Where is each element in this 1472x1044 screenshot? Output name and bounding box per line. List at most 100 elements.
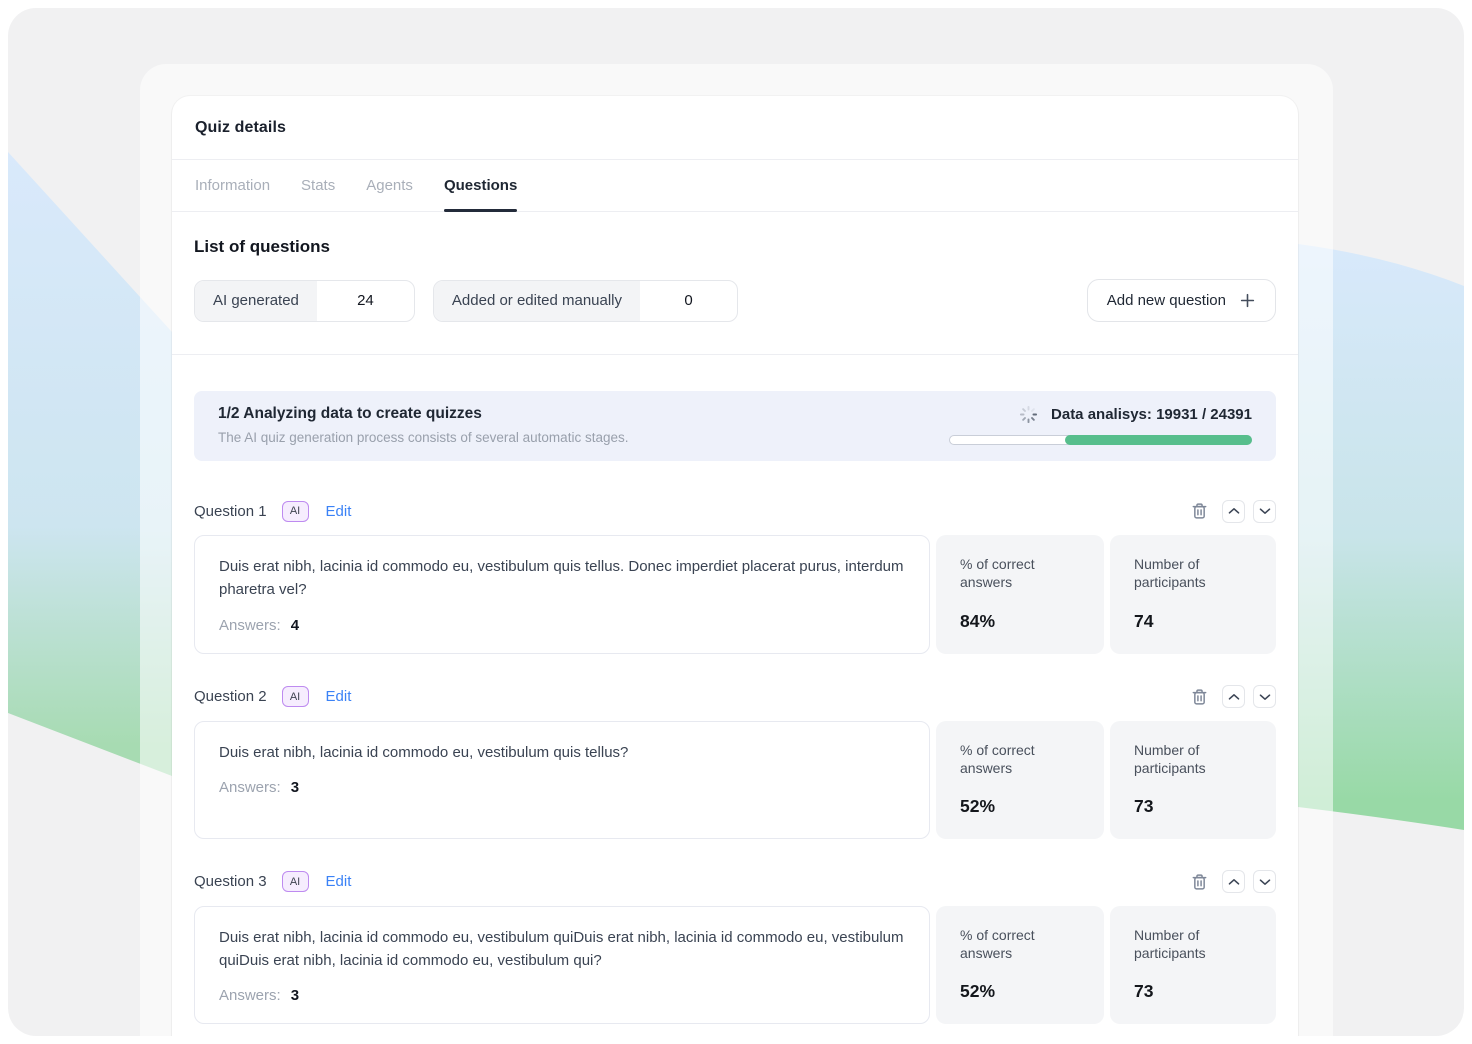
filter-added-manually-count: 0	[640, 281, 737, 321]
tab-questions[interactable]: Questions	[444, 160, 517, 211]
analysis-status-text: Data analisys: 19931 / 24391	[1051, 406, 1252, 423]
question-3-body: Duis erat nibh, lacinia id commodo eu, v…	[194, 906, 1276, 1025]
participants-stat-value: 74	[1134, 611, 1252, 632]
question-3-answers: Answers: 3	[219, 987, 905, 1004]
question-1-delete-button[interactable]	[1191, 502, 1208, 520]
correct-stat-value: 52%	[960, 796, 1080, 817]
question-3-delete-button[interactable]	[1191, 873, 1208, 891]
progress-fill	[1065, 435, 1252, 445]
question-2-header: Question 2 AI Edit	[194, 685, 1276, 709]
correct-stat-value: 52%	[960, 981, 1080, 1002]
question-2-edit-link[interactable]: Edit	[326, 688, 352, 705]
tab-agents[interactable]: Agents	[366, 160, 413, 211]
participants-stat-value: 73	[1134, 981, 1252, 1002]
question-item-1: Question 1 AI Edit	[194, 499, 1276, 654]
question-item-3: Question 3 AI Edit	[194, 870, 1276, 1025]
question-3-move-up-button[interactable]	[1222, 870, 1245, 893]
plus-icon	[1239, 292, 1256, 309]
quiz-details-card: Quiz details Information Stats Agents Qu…	[172, 96, 1298, 1036]
question-2-participants-stat: Number of participants 73	[1110, 721, 1276, 839]
chevron-up-icon	[1228, 878, 1240, 886]
add-new-question-label: Add new question	[1107, 292, 1226, 309]
question-1-move-up-button[interactable]	[1222, 500, 1245, 523]
chevron-down-icon	[1259, 693, 1271, 701]
question-2-label: Question 2	[194, 688, 267, 705]
filter-ai-generated-label: AI generated	[195, 281, 317, 321]
tab-agents-label: Agents	[366, 177, 413, 194]
banner-left: 1/2 Analyzing data to create quizzes The…	[218, 405, 628, 445]
question-2-correct-stat: % of correct answers 52%	[936, 721, 1104, 839]
card-header: Quiz details	[172, 96, 1298, 160]
chevron-down-icon	[1259, 878, 1271, 886]
questions-section: 1/2 Analyzing data to create quizzes The…	[172, 355, 1298, 1024]
question-3-text: Duis erat nibh, lacinia id commodo eu, v…	[219, 926, 905, 973]
trash-icon	[1191, 502, 1208, 520]
correct-stat-label: % of correct answers	[960, 741, 1070, 778]
correct-stat-label: % of correct answers	[960, 926, 1070, 963]
chevron-down-icon	[1259, 507, 1271, 515]
banner-right: Data analisys: 19931 / 24391	[949, 405, 1252, 445]
question-2-body: Duis erat nibh, lacinia id commodo eu, v…	[194, 721, 1276, 839]
question-1-card: Duis erat nibh, lacinia id commodo eu, v…	[194, 535, 930, 654]
banner-stage-title: 1/2 Analyzing data to create quizzes	[218, 405, 628, 423]
tab-information-label: Information	[195, 177, 270, 194]
answers-label: Answers:	[219, 779, 281, 796]
ai-badge: AI	[282, 501, 309, 522]
trash-icon	[1191, 873, 1208, 891]
trash-icon	[1191, 688, 1208, 706]
question-1-participants-stat: Number of participants 74	[1110, 535, 1276, 654]
answers-count: 4	[291, 617, 299, 634]
participants-stat-label: Number of participants	[1134, 926, 1244, 963]
correct-stat-value: 84%	[960, 611, 1080, 632]
analysis-status-row: Data analisys: 19931 / 24391	[1019, 405, 1252, 424]
ai-badge: AI	[282, 871, 309, 892]
question-1-actions	[1191, 500, 1276, 523]
question-3-label: Question 3	[194, 873, 267, 890]
question-2-move-down-button[interactable]	[1253, 685, 1276, 708]
tab-questions-label: Questions	[444, 177, 517, 194]
question-2-move-up-button[interactable]	[1222, 685, 1245, 708]
question-1-edit-link[interactable]: Edit	[326, 503, 352, 520]
answers-label: Answers:	[219, 987, 281, 1004]
app-background: Quiz details Information Stats Agents Qu…	[8, 8, 1464, 1036]
filter-added-manually-label: Added or edited manually	[434, 281, 640, 321]
add-new-question-button[interactable]: Add new question	[1087, 279, 1276, 322]
filter-added-manually[interactable]: Added or edited manually 0	[433, 280, 738, 322]
question-2-actions	[1191, 685, 1276, 708]
question-3-move-down-button[interactable]	[1253, 870, 1276, 893]
question-2-delete-button[interactable]	[1191, 688, 1208, 706]
question-3-header: Question 3 AI Edit	[194, 870, 1276, 894]
tab-stats[interactable]: Stats	[301, 160, 335, 211]
question-1-label: Question 1	[194, 503, 267, 520]
participants-stat-label: Number of participants	[1134, 741, 1244, 778]
question-2-card: Duis erat nibh, lacinia id commodo eu, v…	[194, 721, 930, 839]
tab-stats-label: Stats	[301, 177, 335, 194]
question-3-actions	[1191, 870, 1276, 893]
chevron-up-icon	[1228, 507, 1240, 515]
question-3-edit-link[interactable]: Edit	[326, 873, 352, 890]
answers-count: 3	[291, 987, 299, 1004]
ai-badge: AI	[282, 686, 309, 707]
question-list: Question 1 AI Edit	[194, 499, 1276, 1024]
section-title: List of questions	[194, 237, 1276, 257]
question-1-text: Duis erat nibh, lacinia id commodo eu, v…	[219, 555, 905, 602]
banner-stage-description: The AI quiz generation process consists …	[218, 430, 628, 445]
filter-ai-generated[interactable]: AI generated 24	[194, 280, 415, 322]
answers-label: Answers:	[219, 617, 281, 634]
list-header-section: List of questions AI generated 24 Added …	[172, 212, 1298, 355]
chevron-up-icon	[1228, 693, 1240, 701]
controls-row: AI generated 24 Added or edited manually…	[194, 279, 1276, 322]
spinner-icon	[1019, 405, 1038, 424]
filter-ai-generated-count: 24	[317, 281, 414, 321]
question-1-body: Duis erat nibh, lacinia id commodo eu, v…	[194, 535, 1276, 654]
question-1-correct-stat: % of correct answers 84%	[936, 535, 1104, 654]
tab-information[interactable]: Information	[195, 160, 270, 211]
answers-count: 3	[291, 779, 299, 796]
question-2-answers: Answers: 3	[219, 779, 905, 796]
question-1-header: Question 1 AI Edit	[194, 499, 1276, 523]
analysis-progress-bar	[949, 435, 1252, 445]
question-3-participants-stat: Number of participants 73	[1110, 906, 1276, 1025]
participants-stat-label: Number of participants	[1134, 555, 1244, 592]
question-1-move-down-button[interactable]	[1253, 500, 1276, 523]
correct-stat-label: % of correct answers	[960, 555, 1070, 592]
